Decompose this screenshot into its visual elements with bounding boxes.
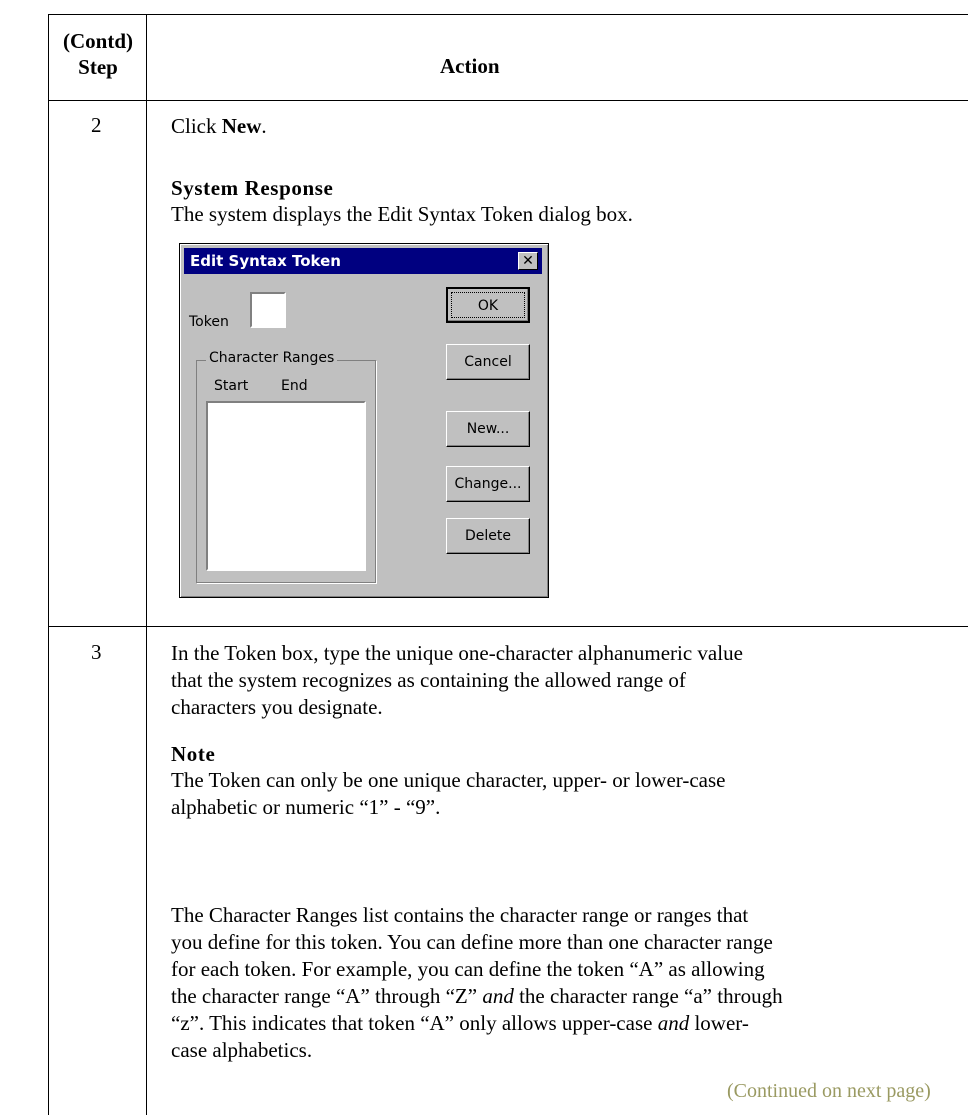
table-top-border [48,14,968,15]
header-action: Action [440,54,500,78]
emphasis-and: and [657,1011,690,1035]
column-start-label: Start [214,378,249,394]
delete-button[interactable]: Delete [446,518,530,554]
header-divider [48,100,968,101]
step-number: 2 [91,113,102,137]
system-response-heading: System Response [171,176,334,200]
note-heading: Note [171,742,216,766]
ok-button[interactable]: OK [446,287,530,323]
table-left-border [48,14,49,1115]
column-divider [146,14,147,1115]
row-divider [48,626,968,627]
system-response-text: The system displays the Edit Syntax Toke… [171,202,633,226]
instruction-target: New [221,114,262,138]
continued-notice: (Continued on next page) [727,1080,931,1102]
step-instruction: Click New. [171,113,951,140]
character-ranges-list[interactable] [206,401,366,571]
column-end-label: End [281,378,308,394]
emphasis-and: and [482,984,514,1008]
dialog-titlebar: Edit Syntax Token ✕ [184,248,542,274]
instruction-suffix: . [261,114,267,138]
ok-focus-ring [451,292,525,318]
edit-syntax-token-dialog: Edit Syntax Token ✕ Token Character Rang… [179,243,549,598]
step-instruction: In the Token box, type the unique one-ch… [171,641,743,719]
token-input[interactable] [250,292,286,328]
character-ranges-label: Character Ranges [206,350,338,366]
header-step-line1: (Contd) [62,29,133,53]
dialog-title: Edit Syntax Token [190,252,341,270]
cancel-button[interactable]: Cancel [446,344,530,380]
step-number: 3 [91,640,102,664]
note-text: The Token can only be one unique charact… [171,768,726,819]
header-step-line2: Step [78,55,118,79]
instruction-prefix: Click [171,114,222,138]
new-button[interactable]: New... [446,411,530,447]
token-label: Token [189,314,229,330]
change-button[interactable]: Change... [446,466,530,502]
header-step: (Contd) Step [50,28,146,80]
character-ranges-explanation: The Character Ranges list contains the c… [171,902,783,1064]
close-icon[interactable]: ✕ [518,252,538,270]
